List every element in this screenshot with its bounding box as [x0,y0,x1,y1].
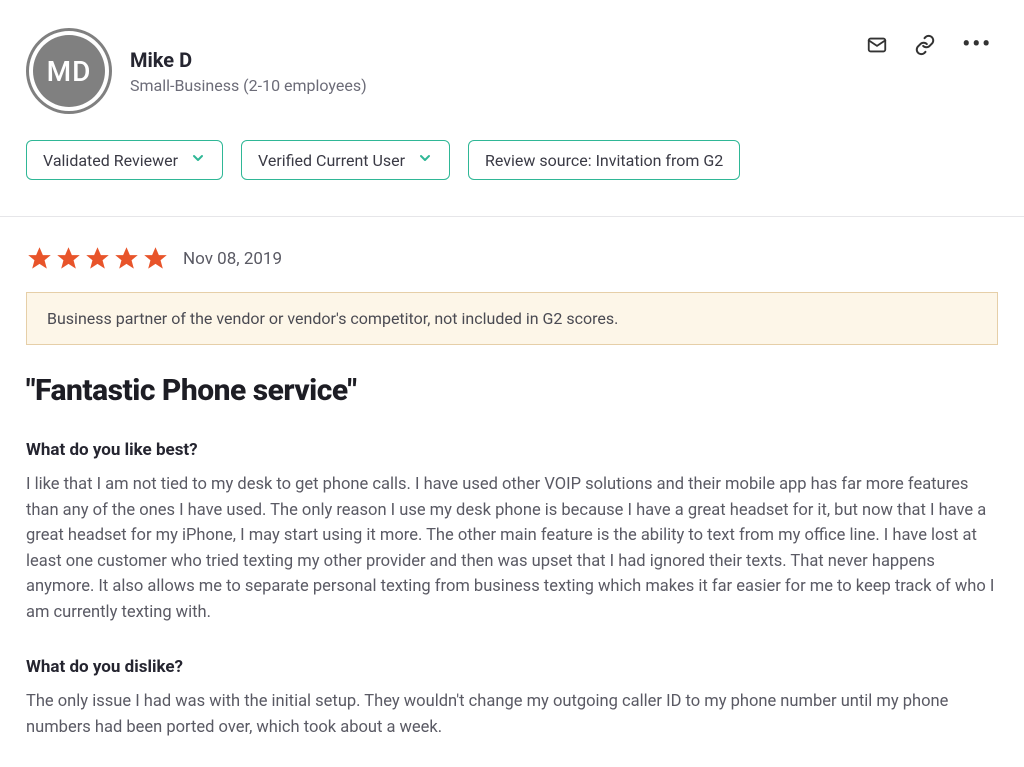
user-text: Mike D Small-Business (2-10 employees) [130,48,367,95]
answer-like-best: I like that I am not tied to my desk to … [26,472,998,625]
star-icon [26,245,53,272]
badge-label: Verified Current User [258,151,405,170]
star-icon [142,245,169,272]
star-rating [26,245,169,272]
review-date: Nov 08, 2019 [183,249,282,269]
star-icon [84,245,111,272]
avatar-initials: MD [33,35,105,107]
badge-review-source: Review source: Invitation from G2 [468,140,740,180]
star-icon [55,245,82,272]
badge-label: Review source: Invitation from G2 [485,151,723,170]
chevron-down-icon [190,150,206,170]
question-like-best: What do you like best? [26,440,998,460]
star-icon [113,245,140,272]
review-header: MD Mike D Small-Business (2-10 employees… [0,0,1024,190]
review-title: "Fantastic Phone service" [26,373,998,408]
rating-row: Nov 08, 2019 [26,245,998,272]
link-icon[interactable] [914,34,936,56]
chevron-down-icon [417,150,433,170]
disclosure-notice: Business partner of the vendor or vendor… [26,292,998,345]
more-icon[interactable]: ••• [962,40,992,50]
question-dislike: What do you dislike? [26,657,998,677]
avatar: MD [26,28,112,114]
review-body: Nov 08, 2019 Business partner of the ven… [0,217,1024,767]
badge-verified-user[interactable]: Verified Current User [241,140,450,180]
user-name: Mike D [130,48,367,72]
badge-validated-reviewer[interactable]: Validated Reviewer [26,140,223,180]
badge-label: Validated Reviewer [43,151,178,170]
mail-icon[interactable] [866,34,888,56]
user-block: MD Mike D Small-Business (2-10 employees… [26,28,367,114]
badge-row: Validated Reviewer Verified Current User… [26,140,998,180]
answer-dislike: The only issue I had was with the initia… [26,689,998,740]
header-row: MD Mike D Small-Business (2-10 employees… [26,28,998,114]
user-meta: Small-Business (2-10 employees) [130,76,367,95]
action-icons: ••• [866,28,998,56]
